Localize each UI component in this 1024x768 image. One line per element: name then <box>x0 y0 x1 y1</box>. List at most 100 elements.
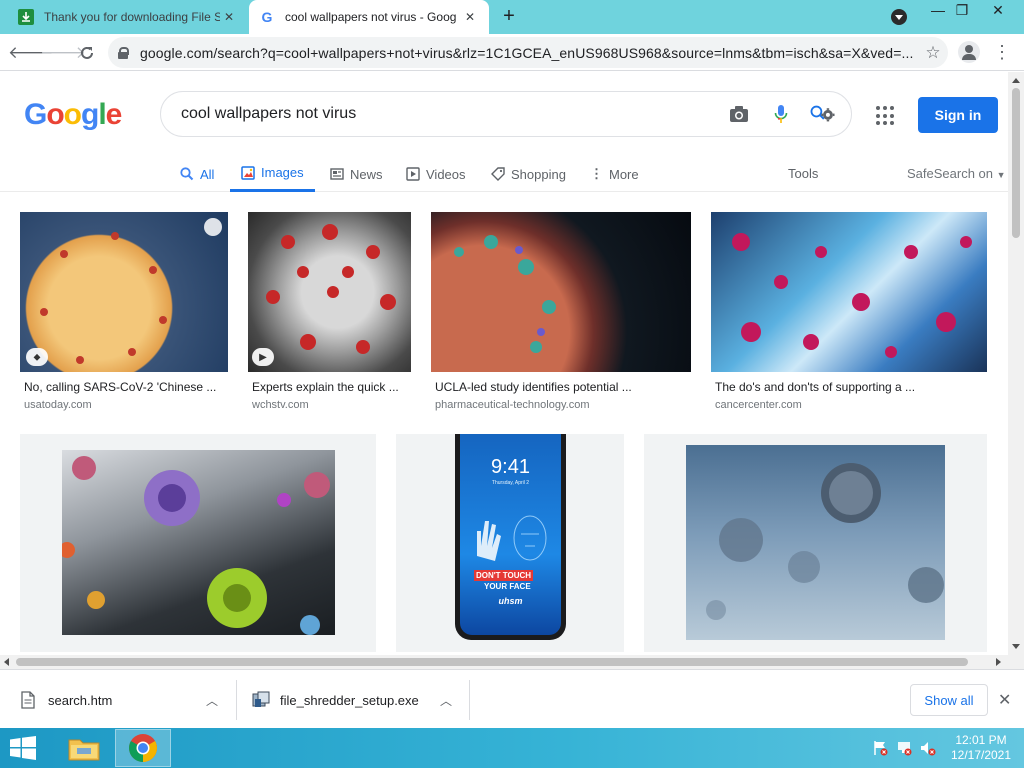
result-caption[interactable]: No, calling SARS-CoV-2 'Chinese ... <box>24 380 224 394</box>
logo-letter: l <box>98 98 106 131</box>
tab-title: Thank you for downloading File S <box>44 10 220 24</box>
image-icon <box>241 165 255 180</box>
tab-more[interactable]: ⋮ More <box>590 156 639 192</box>
scroll-left-arrow-icon[interactable] <box>4 658 9 666</box>
search-type-tabs: All Images News Videos Shopping ⋮ More T… <box>0 156 1008 192</box>
windows-start-icon[interactable] <box>10 736 36 760</box>
browser-tab-strip: Thank you for downloading File S ✕ G coo… <box>0 0 1024 34</box>
tab-label: More <box>609 166 639 182</box>
sign-in-button[interactable]: Sign in <box>918 97 998 133</box>
chrome-taskbar-icon[interactable] <box>115 729 171 767</box>
bookmark-star-icon[interactable]: ☆ <box>918 43 948 63</box>
chevron-up-icon[interactable]: ︿ <box>206 692 218 709</box>
volume-muted-icon[interactable] <box>920 740 936 759</box>
address-bar[interactable]: google.com/search?q=cool+wallpapers+not+… <box>108 37 948 68</box>
download-item[interactable]: file_shredder_setup.exe ︿ <box>252 680 462 720</box>
tab-news[interactable]: News <box>330 156 383 192</box>
window-close-button[interactable]: ✕ <box>984 2 1012 22</box>
phone-line1: DON'T TOUCH <box>474 570 534 581</box>
green-download-icon <box>18 9 34 25</box>
logo-letter: G <box>24 98 47 131</box>
image-result[interactable]: The do's and don'ts of supporting a ... … <box>711 212 987 412</box>
result-source[interactable]: usatoday.com <box>24 399 92 411</box>
result-thumbnail[interactable]: ⬥ <box>20 212 228 372</box>
image-result[interactable] <box>644 434 987 652</box>
tab-images[interactable]: Images <box>230 156 315 192</box>
tab-download-page[interactable]: Thank you for downloading File S ✕ <box>8 0 248 34</box>
more-vert-icon: ⋮ <box>590 166 603 181</box>
result-source[interactable]: cancercenter.com <box>715 399 802 411</box>
result-thumbnail[interactable] <box>711 212 987 372</box>
google-g-icon: G <box>261 9 273 25</box>
url-text[interactable]: google.com/search?q=cool+wallpapers+not+… <box>140 45 918 61</box>
result-thumbnail[interactable] <box>431 212 691 372</box>
result-caption[interactable]: The do's and don'ts of supporting a ... <box>715 380 983 394</box>
result-caption[interactable]: UCLA-led study identifies potential ... <box>435 380 687 394</box>
logo-letter: e <box>105 98 123 131</box>
taskbar-clock[interactable]: 12:01 PM 12/17/2021 <box>948 733 1014 763</box>
show-all-button[interactable]: Show all <box>910 684 988 716</box>
google-images-page: Google cool wallpapers not virus Sign in… <box>0 72 1008 655</box>
logo-letter: o <box>46 98 64 131</box>
close-tab-icon[interactable]: ✕ <box>461 8 479 26</box>
tab-label: Videos <box>426 166 466 182</box>
file-explorer-icon[interactable] <box>56 729 112 767</box>
vertical-scrollbar[interactable] <box>1008 72 1024 655</box>
image-result[interactable]: UCLA-led study identifies potential ... … <box>431 212 691 412</box>
document-icon <box>20 691 36 709</box>
phone-time: 9:41 <box>491 456 530 478</box>
result-caption[interactable]: Experts explain the quick ... <box>252 380 407 394</box>
tab-shopping[interactable]: Shopping <box>491 156 566 192</box>
profile-avatar-icon[interactable] <box>958 41 980 63</box>
camera-icon[interactable] <box>725 100 753 128</box>
result-thumbnail[interactable]: 9:41 Thursday, April 2 DON'T TOUCH YOUR … <box>455 434 566 640</box>
tab-search-icon[interactable] <box>891 9 907 25</box>
result-source[interactable]: pharmaceutical-technology.com <box>435 399 589 411</box>
system-tray <box>872 740 936 759</box>
google-logo[interactable]: Google <box>24 98 123 132</box>
browser-toolbar: 🡐 🡒 google.com/search?q=cool+wallpapers+… <box>0 34 1024 71</box>
search-settings-icon[interactable] <box>809 100 837 128</box>
scroll-down-arrow-icon[interactable] <box>1012 644 1020 653</box>
restore-button[interactable]: ❐ <box>948 2 976 22</box>
safesearch-dropdown[interactable]: SafeSearch on ▼ <box>907 166 1006 181</box>
scroll-right-arrow-icon[interactable] <box>996 658 1001 666</box>
tab-all[interactable]: All <box>180 156 214 192</box>
image-result[interactable]: 9:41 Thursday, April 2 DON'T TOUCH YOUR … <box>396 434 624 652</box>
horizontal-scrollbar[interactable] <box>0 655 1008 669</box>
tools-button[interactable]: Tools <box>788 166 818 181</box>
phone-date: Thursday, April 2 <box>491 480 530 486</box>
tab-label: Shopping <box>511 166 566 182</box>
news-icon <box>330 168 344 180</box>
horizontal-scroll-thumb[interactable] <box>16 658 968 666</box>
image-result[interactable]: ▶ Experts explain the quick ... wchstv.c… <box>248 212 411 412</box>
network-icon[interactable] <box>896 740 912 759</box>
image-result[interactable]: ⬥ No, calling SARS-CoV-2 'Chinese ... us… <box>20 212 228 412</box>
tag-icon <box>491 167 505 181</box>
close-shelf-icon[interactable]: ✕ <box>998 690 1011 710</box>
result-thumbnail[interactable] <box>686 445 945 640</box>
search-input[interactable]: cool wallpapers not virus <box>181 105 725 123</box>
browser-menu-icon[interactable]: ⋮ <box>992 42 1012 62</box>
google-apps-icon[interactable] <box>876 106 896 126</box>
result-source[interactable]: wchstv.com <box>252 399 309 411</box>
new-tab-button[interactable]: + <box>498 6 520 28</box>
search-box[interactable]: cool wallpapers not virus <box>160 91 852 137</box>
action-center-flag-icon[interactable] <box>872 740 888 759</box>
result-thumbnail[interactable] <box>62 450 335 635</box>
download-item[interactable]: search.htm ︿ <box>20 680 230 720</box>
tab-videos[interactable]: Videos <box>406 156 466 192</box>
microphone-icon[interactable] <box>767 100 795 128</box>
forward-icon[interactable]: 🡒 <box>40 40 86 66</box>
reload-icon[interactable] <box>74 40 100 66</box>
scroll-up-arrow-icon[interactable] <box>1012 74 1020 83</box>
close-tab-icon[interactable]: ✕ <box>220 8 238 26</box>
download-filename: search.htm <box>48 692 113 708</box>
lock-icon[interactable] <box>118 46 129 59</box>
vertical-scroll-thumb[interactable] <box>1012 88 1020 238</box>
result-thumbnail[interactable]: ▶ <box>248 212 411 372</box>
chevron-up-icon[interactable]: ︿ <box>440 692 452 709</box>
image-result[interactable] <box>20 434 376 652</box>
tab-google-search[interactable]: G cool wallpapers not virus - Goog ✕ <box>249 0 489 34</box>
back-icon[interactable]: 🡐 <box>8 40 54 66</box>
